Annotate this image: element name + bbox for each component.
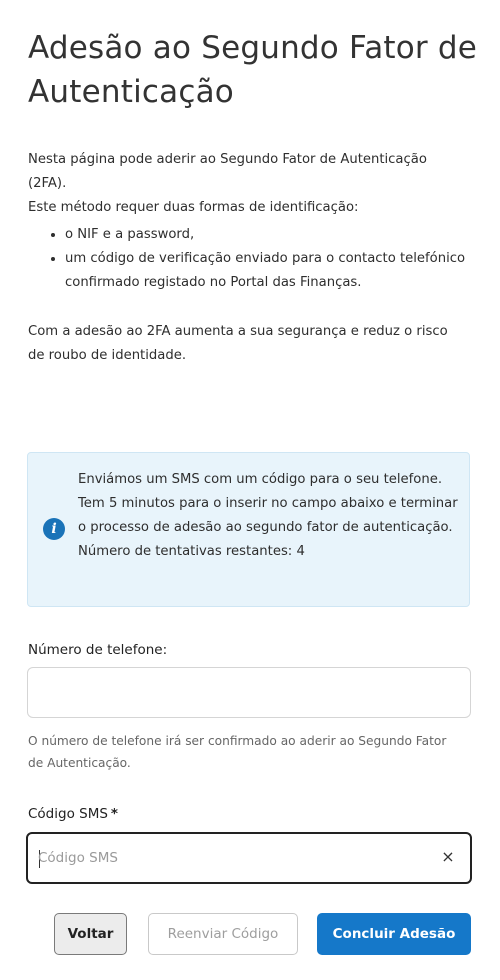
info-icon: i bbox=[43, 518, 65, 540]
sms-info-alert: i Enviámos um SMS com um código para o s… bbox=[27, 452, 470, 607]
phone-label: Número de telefone: bbox=[28, 642, 168, 658]
intro-text: Nesta página pode aderir ao Segundo Fato… bbox=[28, 148, 468, 368]
sms-code-input[interactable] bbox=[38, 834, 428, 882]
resend-code-button[interactable]: Reenviar Código bbox=[148, 913, 298, 955]
info-message: Enviámos um SMS com um código para o seu… bbox=[78, 472, 458, 535]
intro-security-note: Com a adesão ao 2FA aumenta a sua segura… bbox=[28, 324, 448, 363]
finish-enrollment-button[interactable]: Concluir Adesão bbox=[317, 913, 471, 955]
list-item: um código de verificação enviado para o … bbox=[65, 247, 468, 295]
back-button[interactable]: Voltar bbox=[54, 913, 127, 955]
sms-code-label-text: Código SMS bbox=[28, 806, 108, 822]
clear-icon[interactable]: × bbox=[438, 847, 458, 867]
page: Adesão ao Segundo Fator de Autenticação … bbox=[0, 0, 500, 980]
sms-code-label: Código SMS * bbox=[28, 806, 118, 822]
page-title: Adesão ao Segundo Fator de Autenticação bbox=[28, 30, 478, 110]
phone-input[interactable] bbox=[27, 667, 471, 718]
intro-line-2: Este método requer duas formas de identi… bbox=[28, 200, 359, 215]
attempts-remaining: Número de tentativas restantes: 4 bbox=[78, 544, 305, 559]
intro-line-1: Nesta página pode aderir ao Segundo Fato… bbox=[28, 152, 427, 191]
required-asterisk: * bbox=[110, 806, 118, 822]
identification-list: o NIF e a password, um código de verific… bbox=[28, 223, 468, 295]
phone-help-text: O número de telefone irá ser confirmado … bbox=[28, 734, 447, 770]
info-text: Enviámos um SMS com um código para o seu… bbox=[78, 468, 458, 564]
list-item: o NIF e a password, bbox=[65, 223, 468, 247]
sms-code-field[interactable]: × bbox=[26, 832, 472, 884]
